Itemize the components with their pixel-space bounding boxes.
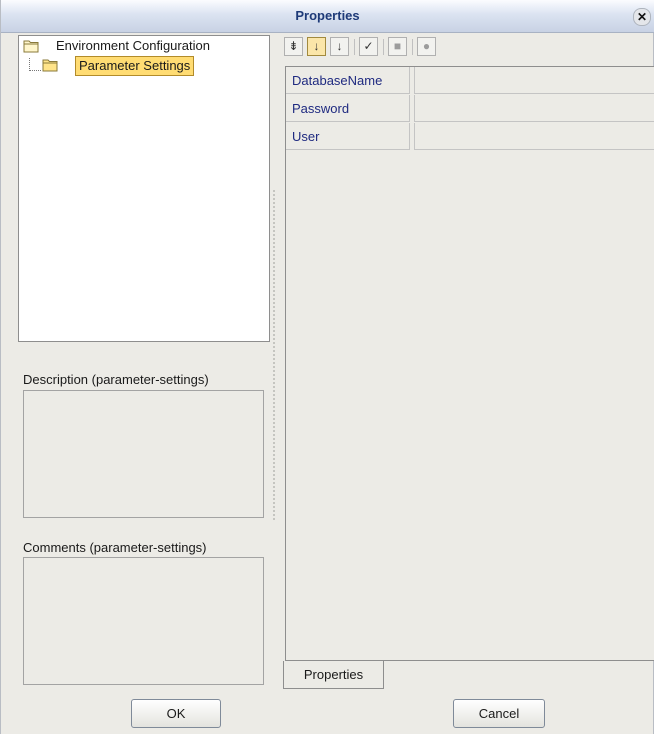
dialog-title: Properties [295,8,360,23]
property-name: DatabaseName [286,67,410,94]
tree-node-label: Environment Configuration [56,38,210,53]
ok-button[interactable]: OK [131,699,221,728]
comments-text-area[interactable] [23,557,264,685]
close-button[interactable]: ✕ [633,8,651,26]
property-name: User [286,123,410,150]
help-panel-icon: ■ [393,39,402,53]
sort-category-icon: ↓ [336,39,343,53]
sort-category-button[interactable]: ↓ [330,37,349,56]
toolbar-separator [383,39,384,55]
comments-label: Comments (parameter-settings) [23,540,207,555]
property-value-input[interactable] [414,123,654,150]
checklist-button[interactable]: ✓ [359,37,378,56]
properties-grid: DatabaseName Password User [285,66,654,661]
property-name: Password [286,95,410,122]
expand-button[interactable]: ⇟ [284,37,303,56]
folder-icon [23,40,39,53]
sort-alphabetical-button[interactable]: ↓ [307,37,326,56]
property-row-user[interactable]: User [286,123,654,150]
property-value-input[interactable] [414,67,654,94]
close-icon: ✕ [636,10,648,24]
property-value-input[interactable] [414,95,654,122]
description-label: Description (parameter-settings) [23,372,209,387]
description-text-area[interactable] [23,390,264,518]
property-row-password[interactable]: Password [286,95,654,122]
title-bar[interactable]: Properties ✕ [1,0,654,33]
toolbar-separator [354,39,355,55]
configuration-tree[interactable]: Environment Configuration Parameter Sett… [18,35,270,342]
cancel-button[interactable]: Cancel [453,699,545,728]
tree-node-label-selected: Parameter Settings [75,56,195,76]
tab-properties[interactable]: Properties [283,661,384,689]
info-button[interactable]: ● [417,37,436,56]
panel-splitter[interactable] [273,190,275,520]
help-panel-button[interactable]: ■ [388,37,407,56]
properties-dialog: Properties ✕ Environment Configuration P… [0,0,654,734]
tree-connector [29,58,41,71]
folder-icon [42,59,58,72]
info-icon: ● [422,39,431,53]
expand-icon: ⇟ [288,39,299,53]
sort-alphabetical-icon: ↓ [313,39,320,53]
toolbar-separator [412,39,413,55]
property-row-databasename[interactable]: DatabaseName [286,67,654,94]
checklist-icon: ✓ [363,39,374,53]
